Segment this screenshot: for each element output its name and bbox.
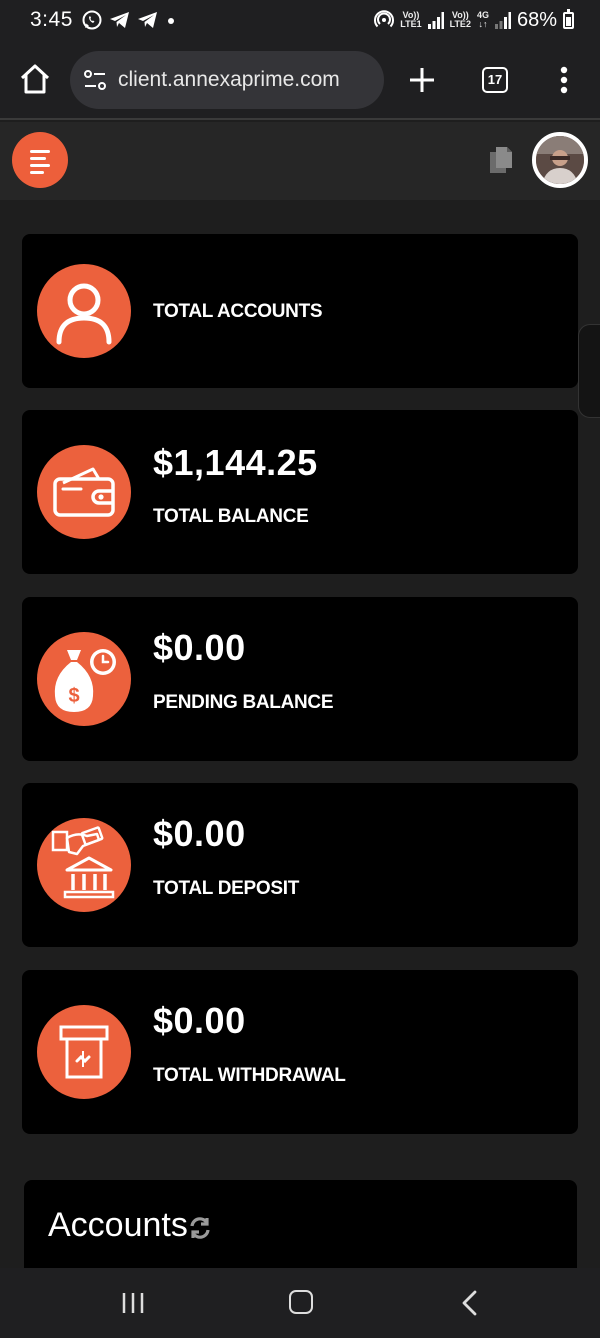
menu-line <box>30 150 50 153</box>
url-text[interactable]: client.annexaprime.com <box>118 68 340 92</box>
menu-line <box>30 157 46 160</box>
recents-icon[interactable] <box>120 1292 146 1314</box>
stat-value: $0.00 <box>153 813 246 854</box>
sim1-label: Vo)) LTE1 <box>400 11 421 29</box>
money-bag-clock-icon: $ <box>37 632 131 726</box>
more-vert-icon[interactable] <box>552 64 576 96</box>
sim2-lte: LTE2 <box>449 19 471 29</box>
avatar[interactable] <box>532 132 588 188</box>
svg-text:$: $ <box>68 685 79 707</box>
data-arrows: ↓↑ <box>478 19 488 29</box>
telegram-icon <box>109 12 129 28</box>
hotspot-icon <box>374 10 395 28</box>
refresh-icon[interactable] <box>188 1216 212 1240</box>
atm-withdrawal-icon <box>37 1005 131 1099</box>
stat-value: $0.00 <box>153 627 246 668</box>
signal-bars-icon-2 <box>494 12 511 29</box>
notification-dot-icon <box>167 18 174 24</box>
stat-label: TOTAL BALANCE <box>153 506 309 527</box>
stat-value: $0.00 <box>153 1000 246 1041</box>
stat-label: TOTAL WITHDRAWAL <box>153 1065 346 1086</box>
back-icon[interactable] <box>460 1290 480 1316</box>
bank-deposit-icon <box>37 818 131 912</box>
stat-card-total-accounts: TOTAL ACCOUNTS <box>22 234 578 388</box>
status-bar: 3:45 Vo)) LTE1 Vo)) LTE2 4G ↓↑ 68% <box>0 0 600 40</box>
plus-icon[interactable] <box>405 63 439 97</box>
whatsapp-icon <box>82 10 102 30</box>
status-time: 3:45 <box>30 8 73 31</box>
copy-icon[interactable] <box>486 144 516 176</box>
wallet-icon-graphic <box>53 467 115 517</box>
sim2-label: Vo)) LTE2 <box>450 11 471 29</box>
stat-card-total-balance: $1,144.25 TOTAL BALANCE <box>22 410 578 574</box>
app-header <box>0 122 600 200</box>
stat-card-total-withdrawal: $0.00 TOTAL WITHDRAWAL <box>22 970 578 1134</box>
home-icon[interactable] <box>18 62 52 96</box>
tab-switcher-button[interactable]: 17 <box>482 67 508 93</box>
stat-label: TOTAL ACCOUNTS <box>153 301 323 322</box>
battery-icon <box>563 8 574 29</box>
money-bag-clock-graphic: $ <box>54 649 116 712</box>
site-settings-icon[interactable] <box>82 67 108 93</box>
side-drawer-handle[interactable] <box>578 324 600 418</box>
telegram-icon-2 <box>137 12 157 28</box>
user-icon <box>37 264 131 358</box>
wallet-icon <box>37 445 131 539</box>
accounts-title: Accounts <box>48 1206 188 1244</box>
android-nav-bar <box>0 1268 600 1338</box>
battery-percent: 68% <box>516 8 557 31</box>
menu-line <box>30 171 44 174</box>
sidebar-toggle-button[interactable] <box>12 132 68 188</box>
stat-label: PENDING BALANCE <box>153 692 334 713</box>
user-icon-graphic <box>56 283 112 345</box>
dashboard-content: TOTAL ACCOUNTS $1,144.25 TOTAL BALANCE $ <box>0 200 600 1300</box>
signal-bars-icon <box>427 12 444 29</box>
profile-photo <box>536 136 584 184</box>
stat-value: $1,144.25 <box>153 442 318 483</box>
menu-line <box>30 164 50 167</box>
home-nav-button[interactable] <box>289 1290 313 1314</box>
address-bar[interactable]: client.annexaprime.com <box>70 51 384 109</box>
stat-card-total-deposit: $0.00 TOTAL DEPOSIT <box>22 783 578 947</box>
status-system-icons: Vo)) LTE1 Vo)) LTE2 4G ↓↑ 68% <box>374 8 574 32</box>
status-notification-icons <box>81 9 177 31</box>
browser-toolbar: client.annexaprime.com 17 <box>0 40 600 120</box>
stat-card-pending-balance: $ $0.00 PENDING BALANCE <box>22 597 578 761</box>
atm-withdrawal-graphic <box>59 1025 109 1079</box>
stat-label: TOTAL DEPOSIT <box>153 878 300 899</box>
sim1-lte: LTE1 <box>400 19 422 29</box>
bank-deposit-graphic <box>51 826 115 899</box>
data-type-label: 4G ↓↑ <box>477 11 489 29</box>
